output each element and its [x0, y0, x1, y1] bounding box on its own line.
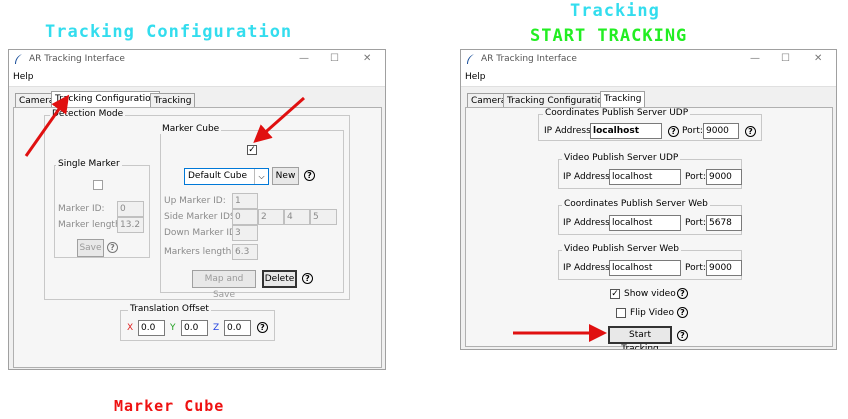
- annotation-arrows: [24, 94, 607, 342]
- arrow-to-tracking-configuration-tab: [24, 94, 70, 157]
- arrow-to-marker-cube-checkbox: [253, 96, 305, 143]
